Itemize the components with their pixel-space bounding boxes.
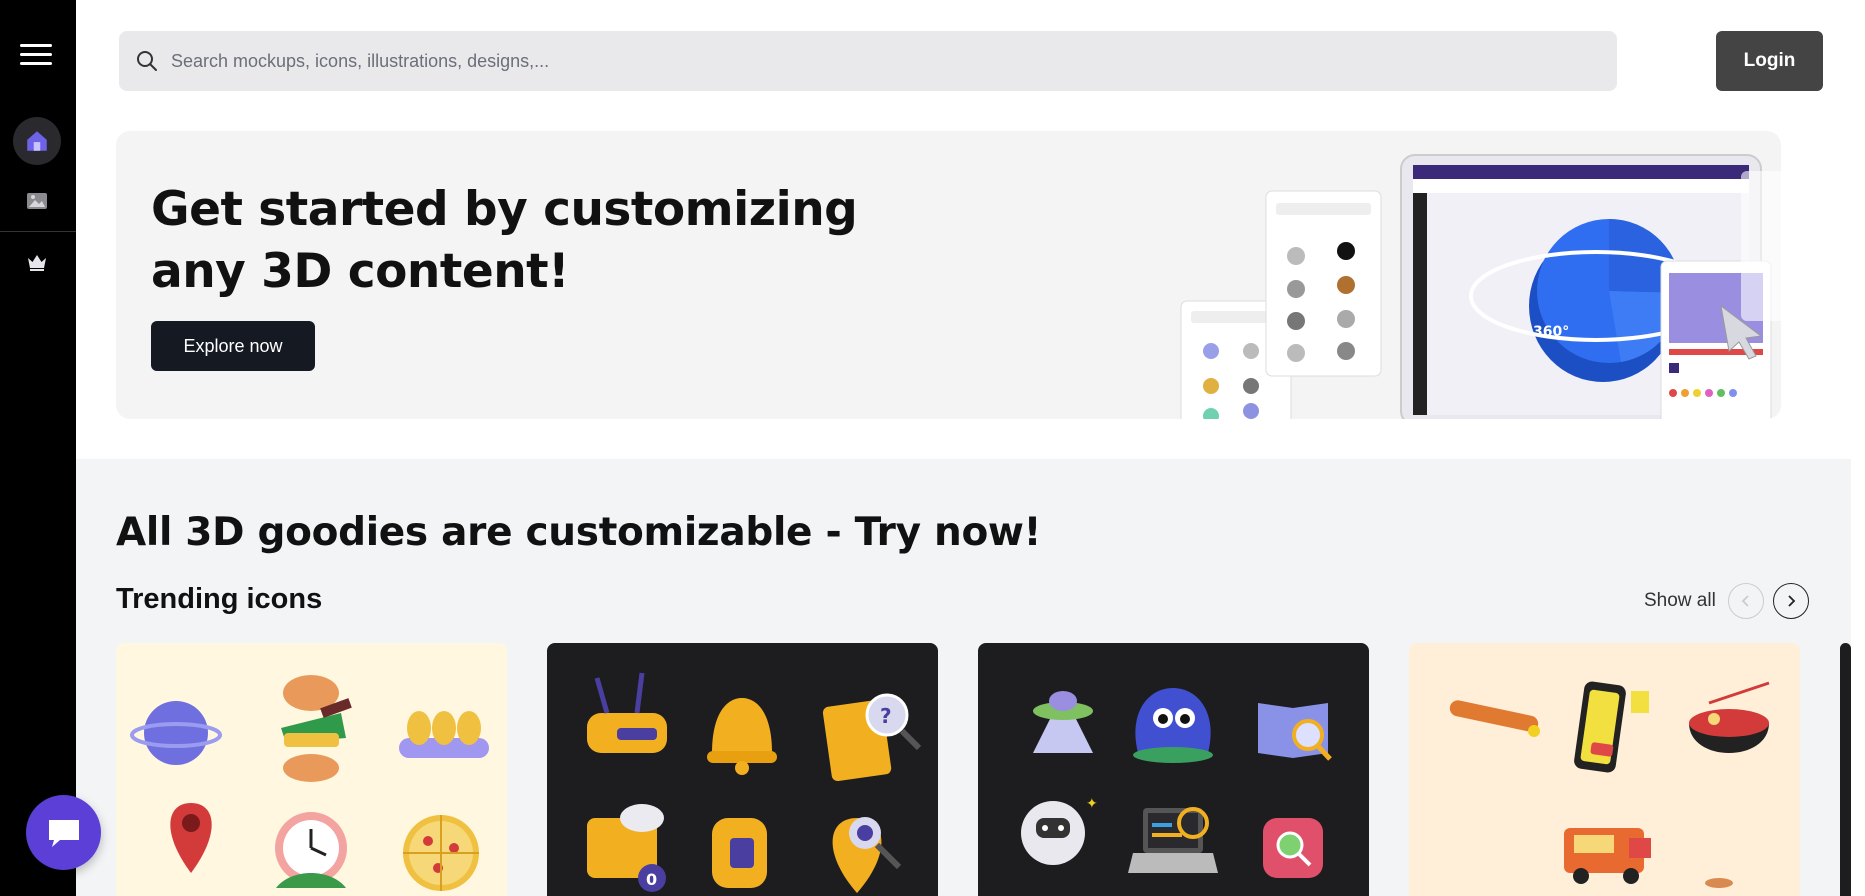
planet-icon [130,701,222,765]
icon-pack-card-tech[interactable]: ? 0 [547,643,938,896]
laptop-search-icon [1128,807,1218,873]
bell-icon [707,698,777,775]
book-search-icon [1258,703,1332,761]
ramen-icon [1689,681,1770,753]
document-search-icon: ? [822,693,922,782]
svg-text:?: ? [880,704,892,728]
location-pin-icon [170,803,212,873]
section-title: All 3D goodies are customizable - Try no… [116,510,1042,555]
monster-icon [1133,688,1213,763]
sidebar-item-home[interactable] [13,117,61,165]
cloud-folder-icon: 0 [587,804,666,892]
mailbox-icon [712,818,767,888]
trending-section: All 3D goodies are customizable - Try no… [76,459,1851,896]
skateboard-icon [1449,700,1540,737]
search-bar[interactable] [119,31,1617,91]
svg-text:✦: ✦ [1086,796,1098,812]
sidebar-item-images[interactable] [13,177,61,225]
sidebar-item-premium[interactable] [13,238,61,286]
food-truck-icon [1564,828,1651,884]
chat-button[interactable] [26,795,101,870]
robot-icon: ✦ [1021,796,1098,865]
login-button[interactable]: Login [1716,31,1823,91]
previous-button[interactable] [1728,583,1764,619]
trending-title: Trending icons [116,583,323,615]
next-button[interactable] [1773,583,1809,619]
chat-bubble-icon [48,819,79,847]
rotation-label: 360° [1533,324,1569,340]
sidebar-divider [0,231,76,232]
show-all-link[interactable]: Show all [1644,590,1716,612]
search-icon [137,51,157,71]
image-icon [27,193,47,209]
hamburger-menu-icon[interactable] [20,44,52,68]
crown-icon [28,255,46,271]
icon-pack-card-street-food[interactable] [1409,643,1800,896]
search-input[interactable] [171,50,1571,72]
explore-now-button[interactable]: Explore now [151,321,315,371]
home-icon [27,131,47,151]
hero-title: Get started by customizing any 3D conten… [151,182,858,299]
icon-pack-card-space[interactable]: ✦ [978,643,1369,896]
pizza-icon [403,815,479,891]
editor-mockup-illustration: 360° [1180,154,1781,419]
sidebar [0,0,76,896]
icon-pack-card-food[interactable] [116,643,507,896]
smartphone-icon [1574,681,1649,773]
router-icon [587,672,667,753]
icon-pack-card-partial[interactable] [1840,643,1851,896]
hero-banner: Get started by customizing any 3D conten… [116,131,1781,419]
chevron-right-icon [1788,595,1796,607]
cookie-icon [1705,878,1733,888]
search-badge-icon [1263,818,1323,878]
chevron-left-icon [1741,595,1749,607]
eggs-icon [399,711,489,758]
ufo-icon [1033,691,1093,753]
clock-icon [275,812,347,888]
burger-icon [281,675,352,782]
location-search-icon [832,817,902,893]
svg-text:0: 0 [646,870,657,889]
